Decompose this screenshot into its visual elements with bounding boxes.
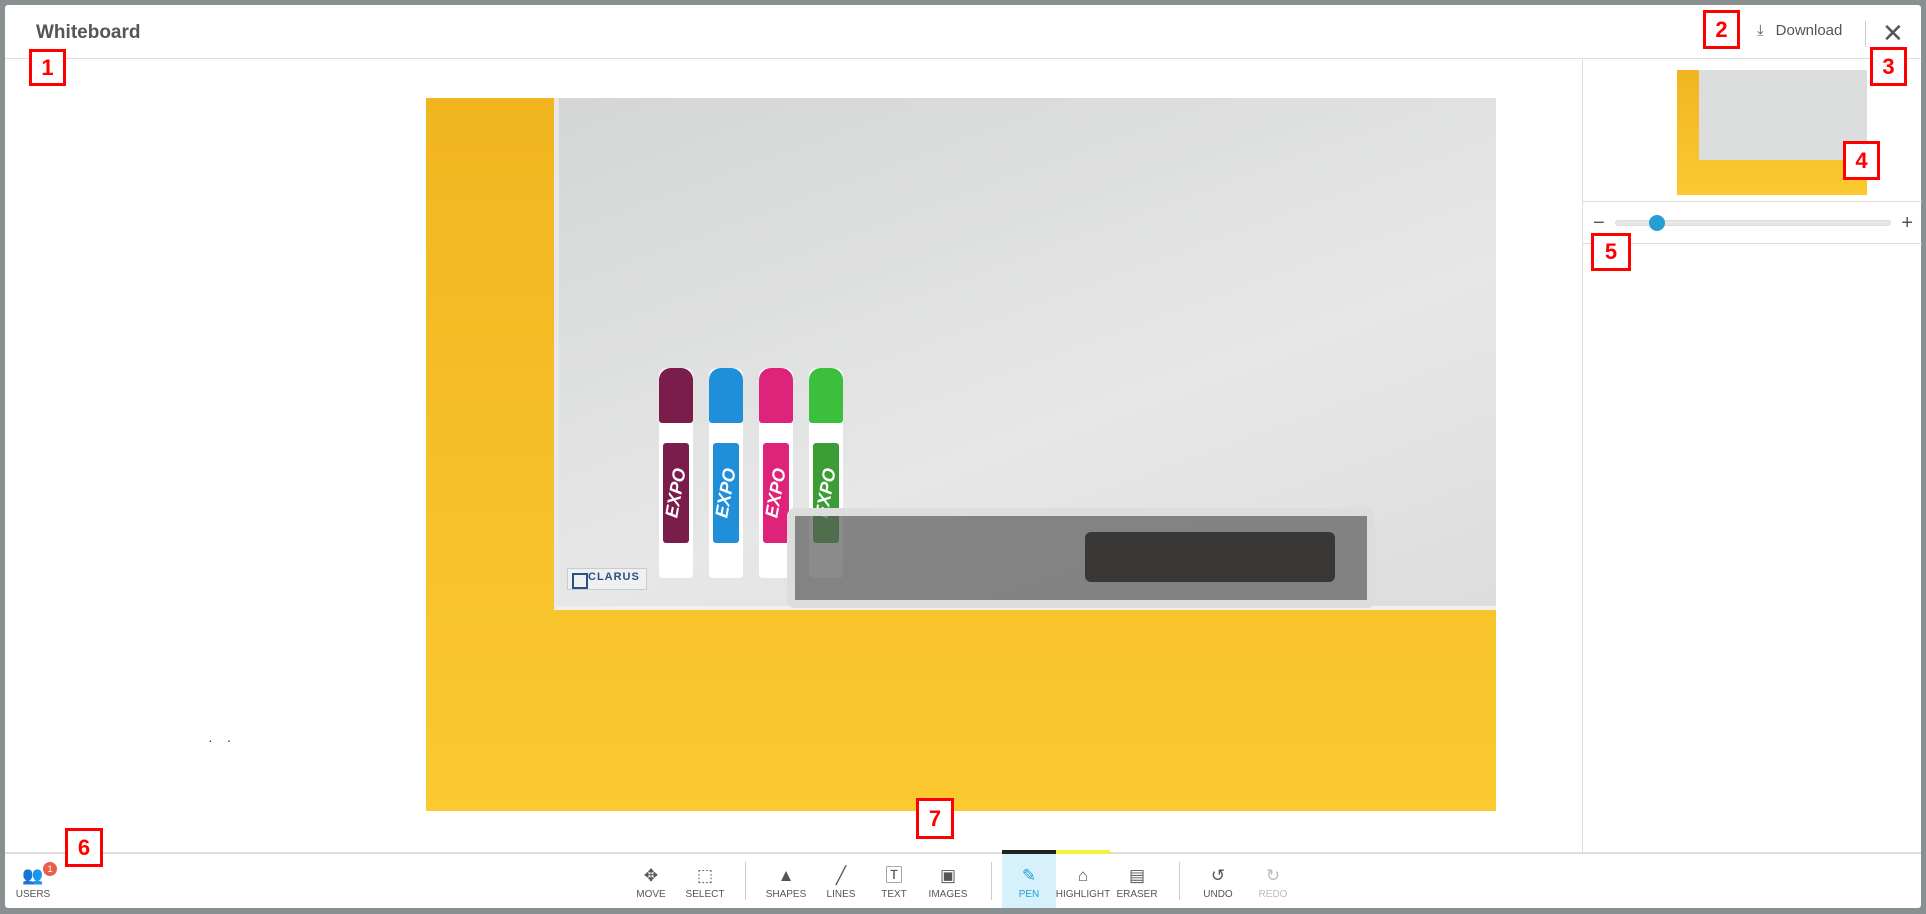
tool-label: PEN [1018, 889, 1040, 900]
stray-dots: ·· [208, 732, 246, 748]
toolbar: 👥 USERS 1 ✥ MOVE ⬚ SELECT ▲ SHAPES ╱ LINES 🅃 TEXT… [5, 850, 1921, 908]
zoom-slider-row: − + [1593, 212, 1913, 234]
divider [1583, 201, 1922, 202]
whiteboard-canvas[interactable]: EXPO EXPO EXPO EXPO CLARUS ·· [5, 60, 1582, 852]
annotation-label-4: 4 [1843, 141, 1880, 180]
users-label: USERS [15, 889, 51, 900]
eraser-block [1085, 532, 1335, 582]
annotation-label-7: 7 [916, 798, 954, 839]
tool-label: REDO [1258, 889, 1288, 900]
shapes-icon: ▲ [777, 866, 795, 885]
whiteboard-photo-board: EXPO EXPO EXPO EXPO CLARUS [554, 98, 1496, 610]
tool-label: MOVE [636, 889, 666, 900]
tool-pen[interactable]: ✎ PEN [1002, 850, 1056, 908]
tool-label: SHAPES [765, 889, 807, 900]
toolbar-divider [745, 862, 746, 900]
annotation-label-5: 5 [1591, 233, 1631, 271]
tool-color-indicator [1056, 850, 1110, 854]
whiteboard-modal: Whiteboard ⤓ Download ✕ EXPO EXPO EXPO E… [5, 5, 1922, 908]
undo-icon: ↺ [1210, 866, 1226, 885]
tool-eraser[interactable]: ▤ ERASER [1110, 854, 1164, 908]
zoom-slider-handle[interactable] [1648, 215, 1665, 231]
tool-text[interactable]: 🅃 TEXT [867, 854, 921, 908]
tool-undo[interactable]: ↺ UNDO [1191, 854, 1245, 908]
minimap-thumbnail[interactable] [1677, 70, 1867, 195]
marker-brand: EXPO [763, 466, 789, 520]
zoom-in-button[interactable]: + [1901, 212, 1913, 235]
download-label: Download [1775, 22, 1843, 39]
tool-label: ERASER [1116, 889, 1158, 900]
divider [1583, 243, 1922, 244]
annotation-label-3: 3 [1870, 47, 1907, 86]
marker-brand: EXPO [663, 466, 689, 520]
toolbar-divider [991, 862, 992, 900]
marker-blue: EXPO [709, 368, 743, 578]
highlighter-icon: ⌂ [1077, 866, 1089, 885]
annotation-label-2: 2 [1703, 10, 1740, 49]
zoom-slider[interactable] [1614, 215, 1892, 231]
whiteboard-image[interactable]: EXPO EXPO EXPO EXPO CLARUS [426, 98, 1496, 811]
tool-highlight[interactable]: ⌂ HIGHLIGHT [1055, 850, 1111, 908]
download-button[interactable]: ⤓ Download [1757, 22, 1842, 39]
page-title: Whiteboard [36, 22, 141, 43]
tool-label: SELECT [685, 889, 725, 900]
marker-purple: EXPO [659, 368, 693, 578]
annotation-label-1: 1 [29, 49, 66, 86]
tool-color-indicator [1002, 850, 1056, 854]
tool-move[interactable]: ✥ MOVE [624, 854, 678, 908]
marker-brand: EXPO [713, 466, 739, 520]
tool-label: TEXT [881, 889, 907, 900]
image-icon: ▣ [939, 866, 957, 885]
tool-label: IMAGES [928, 889, 968, 900]
download-icon: ⤓ [1757, 22, 1764, 39]
tool-select[interactable]: ⬚ SELECT [678, 854, 732, 908]
tool-label: LINES [826, 889, 856, 900]
header: Whiteboard ⤓ Download ✕ [5, 5, 1921, 59]
users-button[interactable]: 👥 USERS 1 [6, 854, 60, 908]
tool-redo[interactable]: ↻ REDO [1246, 854, 1300, 908]
tool-label: HIGHLIGHT [1055, 889, 1111, 900]
annotation-label-6: 6 [65, 828, 103, 867]
board-brand-label: CLARUS [567, 568, 647, 590]
close-icon[interactable]: ✕ [1882, 20, 1904, 46]
line-icon: ╱ [835, 866, 847, 885]
divider [1865, 21, 1866, 47]
zoom-out-button[interactable]: − [1593, 212, 1605, 235]
tool-label: UNDO [1203, 889, 1233, 900]
tool-lines[interactable]: ╱ LINES [814, 854, 868, 908]
marker-tray [787, 508, 1375, 608]
redo-icon: ↻ [1265, 866, 1281, 885]
text-icon: 🅃 [885, 866, 903, 885]
pen-icon: ✎ [1021, 866, 1037, 885]
eraser-icon: ▤ [1128, 866, 1146, 885]
move-icon: ✥ [643, 866, 659, 885]
tool-shapes[interactable]: ▲ SHAPES [759, 854, 813, 908]
select-icon: ⬚ [696, 866, 714, 885]
users-icon: 👥 [22, 866, 44, 885]
toolbar-divider [1179, 862, 1180, 900]
users-count-badge: 1 [43, 862, 57, 876]
tool-images[interactable]: ▣ IMAGES [921, 854, 975, 908]
